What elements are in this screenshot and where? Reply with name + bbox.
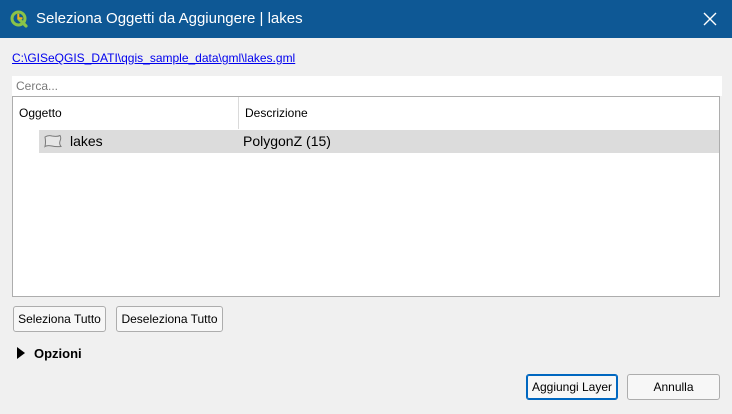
qgis-logo-icon <box>10 10 28 28</box>
options-toggle[interactable]: Opzioni <box>16 344 82 362</box>
expand-arrow-icon <box>17 347 25 359</box>
title-bar: Seleziona Oggetti da Aggiungere | lakes <box>0 0 732 38</box>
add-layer-button[interactable]: Aggiungi Layer <box>526 374 618 400</box>
source-path-link[interactable]: C:\GISeQGIS_DATI\qgis_sample_data\gml\la… <box>12 51 295 65</box>
select-all-button[interactable]: Seleziona Tutto <box>13 306 106 332</box>
cancel-button[interactable]: Annulla <box>627 374 720 400</box>
polygon-layer-icon <box>44 134 62 148</box>
close-button[interactable] <box>696 5 724 33</box>
layer-name: lakes <box>70 133 103 149</box>
column-header-object[interactable]: Oggetto <box>13 97 239 129</box>
options-label: Opzioni <box>34 345 82 361</box>
window-title: Seleziona Oggetti da Aggiungere | lakes <box>36 10 303 27</box>
column-header-description[interactable]: Descrizione <box>239 97 719 129</box>
tree-row-lakes[interactable]: lakes PolygonZ (15) <box>39 130 719 153</box>
close-icon <box>703 12 717 26</box>
tree-header: Oggetto Descrizione <box>13 97 719 129</box>
deselect-all-button[interactable]: Deseleziona Tutto <box>116 306 223 332</box>
layer-description: PolygonZ (15) <box>243 133 331 149</box>
search-input[interactable] <box>12 76 722 96</box>
layer-tree[interactable]: Oggetto Descrizione lakes PolygonZ (15) <box>12 96 720 297</box>
